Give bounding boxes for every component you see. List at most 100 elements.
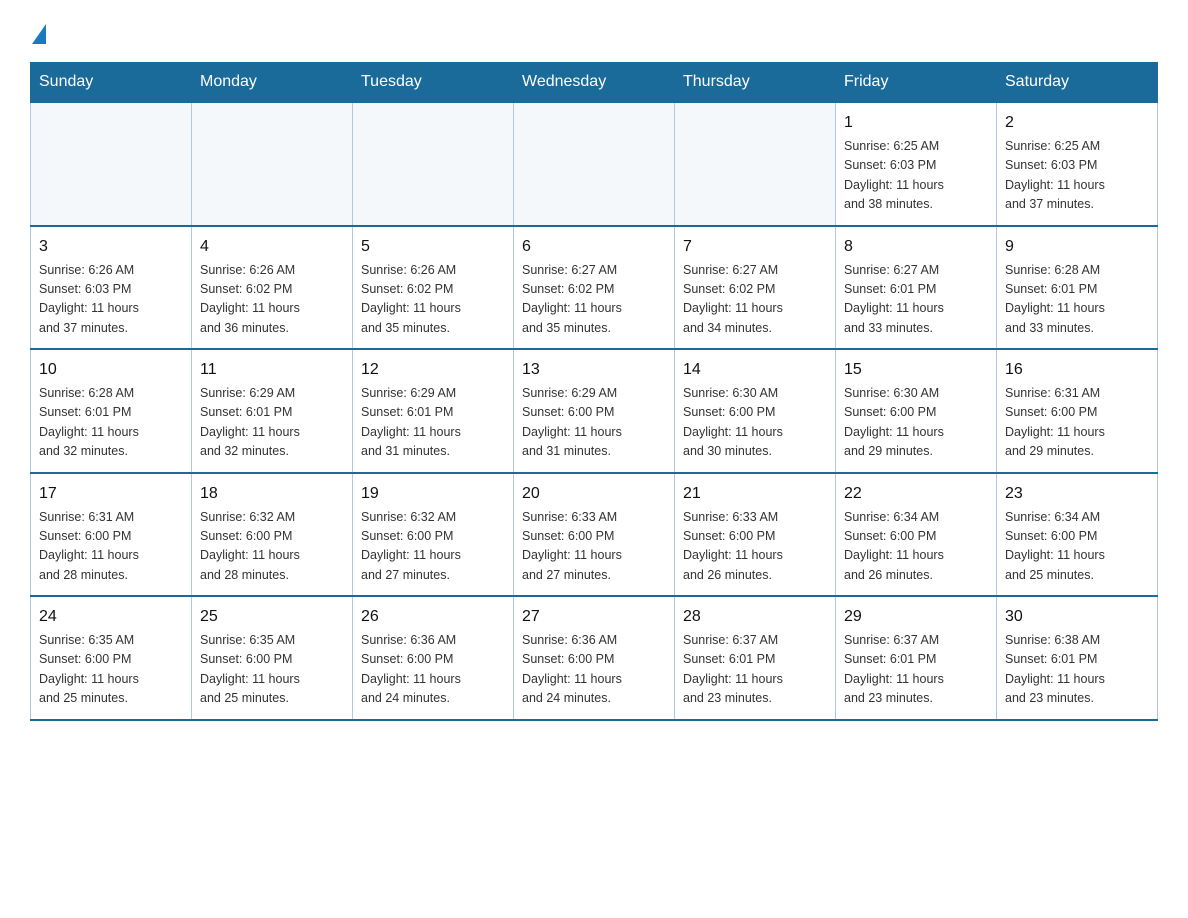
calendar-cell: 11Sunrise: 6:29 AM Sunset: 6:01 PM Dayli… [192, 349, 353, 473]
day-number: 16 [1005, 358, 1149, 382]
calendar-cell [514, 102, 675, 226]
calendar-cell: 10Sunrise: 6:28 AM Sunset: 6:01 PM Dayli… [31, 349, 192, 473]
day-number: 12 [361, 358, 505, 382]
calendar-header-tuesday: Tuesday [353, 63, 514, 103]
calendar-cell: 14Sunrise: 6:30 AM Sunset: 6:00 PM Dayli… [675, 349, 836, 473]
calendar-cell: 24Sunrise: 6:35 AM Sunset: 6:00 PM Dayli… [31, 596, 192, 720]
day-number: 17 [39, 482, 183, 506]
day-info: Sunrise: 6:32 AM Sunset: 6:00 PM Dayligh… [361, 508, 505, 586]
day-number: 5 [361, 235, 505, 259]
calendar-cell: 2Sunrise: 6:25 AM Sunset: 6:03 PM Daylig… [997, 102, 1158, 226]
calendar-cell: 23Sunrise: 6:34 AM Sunset: 6:00 PM Dayli… [997, 473, 1158, 597]
calendar-week-3: 10Sunrise: 6:28 AM Sunset: 6:01 PM Dayli… [31, 349, 1158, 473]
day-number: 19 [361, 482, 505, 506]
day-info: Sunrise: 6:31 AM Sunset: 6:00 PM Dayligh… [39, 508, 183, 586]
calendar-cell: 7Sunrise: 6:27 AM Sunset: 6:02 PM Daylig… [675, 226, 836, 350]
calendar-cell: 6Sunrise: 6:27 AM Sunset: 6:02 PM Daylig… [514, 226, 675, 350]
calendar-cell: 28Sunrise: 6:37 AM Sunset: 6:01 PM Dayli… [675, 596, 836, 720]
calendar-cell: 30Sunrise: 6:38 AM Sunset: 6:01 PM Dayli… [997, 596, 1158, 720]
calendar-cell: 22Sunrise: 6:34 AM Sunset: 6:00 PM Dayli… [836, 473, 997, 597]
day-info: Sunrise: 6:27 AM Sunset: 6:01 PM Dayligh… [844, 261, 988, 339]
calendar-header-thursday: Thursday [675, 63, 836, 103]
day-number: 4 [200, 235, 344, 259]
day-info: Sunrise: 6:26 AM Sunset: 6:02 PM Dayligh… [200, 261, 344, 339]
calendar-cell: 3Sunrise: 6:26 AM Sunset: 6:03 PM Daylig… [31, 226, 192, 350]
calendar-cell: 18Sunrise: 6:32 AM Sunset: 6:00 PM Dayli… [192, 473, 353, 597]
day-info: Sunrise: 6:35 AM Sunset: 6:00 PM Dayligh… [39, 631, 183, 709]
day-number: 7 [683, 235, 827, 259]
day-info: Sunrise: 6:36 AM Sunset: 6:00 PM Dayligh… [522, 631, 666, 709]
calendar-cell: 20Sunrise: 6:33 AM Sunset: 6:00 PM Dayli… [514, 473, 675, 597]
day-number: 30 [1005, 605, 1149, 629]
day-info: Sunrise: 6:27 AM Sunset: 6:02 PM Dayligh… [522, 261, 666, 339]
day-info: Sunrise: 6:30 AM Sunset: 6:00 PM Dayligh… [683, 384, 827, 462]
day-info: Sunrise: 6:34 AM Sunset: 6:00 PM Dayligh… [844, 508, 988, 586]
day-number: 15 [844, 358, 988, 382]
calendar-week-5: 24Sunrise: 6:35 AM Sunset: 6:00 PM Dayli… [31, 596, 1158, 720]
calendar-header-sunday: Sunday [31, 63, 192, 103]
day-number: 11 [200, 358, 344, 382]
day-info: Sunrise: 6:28 AM Sunset: 6:01 PM Dayligh… [39, 384, 183, 462]
day-number: 29 [844, 605, 988, 629]
day-info: Sunrise: 6:26 AM Sunset: 6:02 PM Dayligh… [361, 261, 505, 339]
day-info: Sunrise: 6:29 AM Sunset: 6:01 PM Dayligh… [361, 384, 505, 462]
day-number: 6 [522, 235, 666, 259]
day-number: 3 [39, 235, 183, 259]
day-info: Sunrise: 6:26 AM Sunset: 6:03 PM Dayligh… [39, 261, 183, 339]
day-info: Sunrise: 6:31 AM Sunset: 6:00 PM Dayligh… [1005, 384, 1149, 462]
calendar-cell: 9Sunrise: 6:28 AM Sunset: 6:01 PM Daylig… [997, 226, 1158, 350]
day-number: 9 [1005, 235, 1149, 259]
logo [30, 20, 46, 46]
day-info: Sunrise: 6:34 AM Sunset: 6:00 PM Dayligh… [1005, 508, 1149, 586]
day-number: 10 [39, 358, 183, 382]
calendar-cell: 25Sunrise: 6:35 AM Sunset: 6:00 PM Dayli… [192, 596, 353, 720]
day-number: 22 [844, 482, 988, 506]
day-number: 20 [522, 482, 666, 506]
day-info: Sunrise: 6:25 AM Sunset: 6:03 PM Dayligh… [844, 137, 988, 215]
calendar-table: SundayMondayTuesdayWednesdayThursdayFrid… [30, 62, 1158, 721]
calendar-cell: 12Sunrise: 6:29 AM Sunset: 6:01 PM Dayli… [353, 349, 514, 473]
calendar-cell: 26Sunrise: 6:36 AM Sunset: 6:00 PM Dayli… [353, 596, 514, 720]
calendar-week-4: 17Sunrise: 6:31 AM Sunset: 6:00 PM Dayli… [31, 473, 1158, 597]
day-info: Sunrise: 6:36 AM Sunset: 6:00 PM Dayligh… [361, 631, 505, 709]
calendar-cell: 1Sunrise: 6:25 AM Sunset: 6:03 PM Daylig… [836, 102, 997, 226]
calendar-cell [192, 102, 353, 226]
day-info: Sunrise: 6:35 AM Sunset: 6:00 PM Dayligh… [200, 631, 344, 709]
calendar-header-wednesday: Wednesday [514, 63, 675, 103]
day-info: Sunrise: 6:38 AM Sunset: 6:01 PM Dayligh… [1005, 631, 1149, 709]
day-number: 25 [200, 605, 344, 629]
day-info: Sunrise: 6:25 AM Sunset: 6:03 PM Dayligh… [1005, 137, 1149, 215]
calendar-cell [675, 102, 836, 226]
day-number: 24 [39, 605, 183, 629]
calendar-cell: 21Sunrise: 6:33 AM Sunset: 6:00 PM Dayli… [675, 473, 836, 597]
logo-triangle-icon [32, 24, 46, 44]
calendar-header-saturday: Saturday [997, 63, 1158, 103]
calendar-cell: 15Sunrise: 6:30 AM Sunset: 6:00 PM Dayli… [836, 349, 997, 473]
day-number: 1 [844, 111, 988, 135]
day-number: 26 [361, 605, 505, 629]
day-info: Sunrise: 6:33 AM Sunset: 6:00 PM Dayligh… [522, 508, 666, 586]
day-info: Sunrise: 6:32 AM Sunset: 6:00 PM Dayligh… [200, 508, 344, 586]
calendar-week-1: 1Sunrise: 6:25 AM Sunset: 6:03 PM Daylig… [31, 102, 1158, 226]
day-info: Sunrise: 6:30 AM Sunset: 6:00 PM Dayligh… [844, 384, 988, 462]
day-number: 28 [683, 605, 827, 629]
day-number: 23 [1005, 482, 1149, 506]
day-number: 13 [522, 358, 666, 382]
calendar-cell: 16Sunrise: 6:31 AM Sunset: 6:00 PM Dayli… [997, 349, 1158, 473]
day-number: 27 [522, 605, 666, 629]
calendar-cell [353, 102, 514, 226]
page-header [30, 20, 1158, 46]
calendar-week-2: 3Sunrise: 6:26 AM Sunset: 6:03 PM Daylig… [31, 226, 1158, 350]
calendar-header-monday: Monday [192, 63, 353, 103]
day-number: 2 [1005, 111, 1149, 135]
day-info: Sunrise: 6:33 AM Sunset: 6:00 PM Dayligh… [683, 508, 827, 586]
day-number: 21 [683, 482, 827, 506]
calendar-cell: 4Sunrise: 6:26 AM Sunset: 6:02 PM Daylig… [192, 226, 353, 350]
calendar-cell: 8Sunrise: 6:27 AM Sunset: 6:01 PM Daylig… [836, 226, 997, 350]
calendar-cell: 13Sunrise: 6:29 AM Sunset: 6:00 PM Dayli… [514, 349, 675, 473]
calendar-cell: 29Sunrise: 6:37 AM Sunset: 6:01 PM Dayli… [836, 596, 997, 720]
day-info: Sunrise: 6:37 AM Sunset: 6:01 PM Dayligh… [683, 631, 827, 709]
day-info: Sunrise: 6:37 AM Sunset: 6:01 PM Dayligh… [844, 631, 988, 709]
day-number: 8 [844, 235, 988, 259]
calendar-cell: 27Sunrise: 6:36 AM Sunset: 6:00 PM Dayli… [514, 596, 675, 720]
